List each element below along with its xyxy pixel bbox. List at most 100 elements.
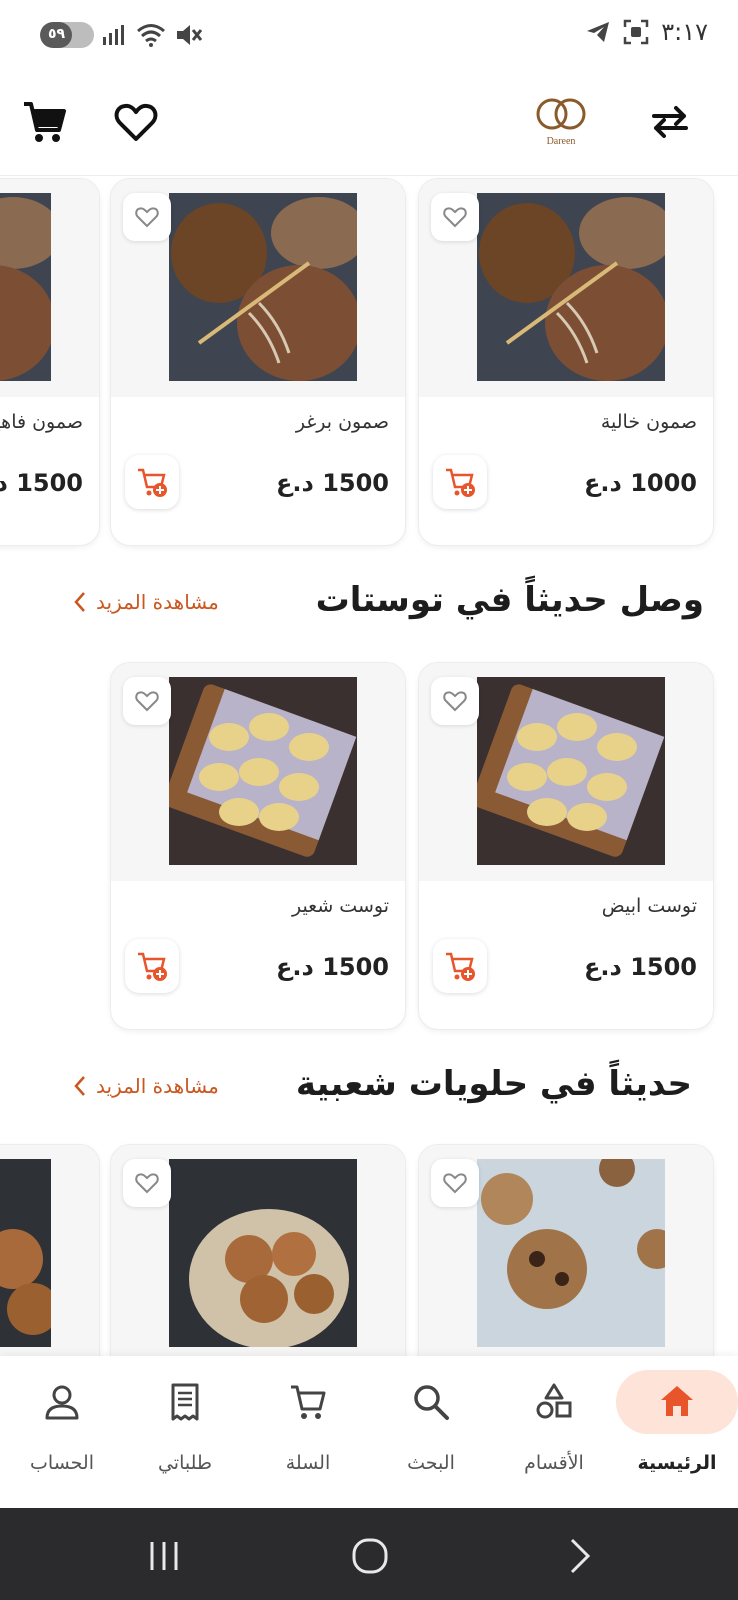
nav-label: البحث (407, 1452, 455, 1474)
signal-icon (103, 25, 124, 45)
product-card[interactable]: توست شعير 1500 د.ع (110, 662, 406, 1030)
product-price: 1500 د.ع (276, 469, 389, 497)
product-image (477, 193, 665, 381)
heart-outline-icon (135, 1173, 159, 1194)
product-card[interactable] (0, 1144, 100, 1356)
heart-outline-icon (443, 691, 467, 712)
add-to-cart-button[interactable] (433, 455, 487, 509)
screenshot-icon (623, 19, 649, 45)
battery-icon: ٥٩ (40, 22, 94, 48)
product-image-area (419, 663, 713, 881)
product-image-area (419, 1145, 713, 1356)
chevron-left-icon (74, 1076, 85, 1096)
app-header: Dareen (0, 72, 738, 176)
see-more-label: مشاهدة المزيد (96, 1074, 219, 1098)
product-name: صمون خالية (600, 411, 697, 433)
product-image-area (111, 179, 405, 397)
section-title: حديثاً في حلويات شعبية (295, 1064, 692, 1104)
product-image (169, 193, 357, 381)
add-to-cart-button[interactable] (125, 455, 179, 509)
cart-icon[interactable] (20, 98, 68, 146)
status-right: ٣:١٧ (585, 18, 708, 46)
favorite-button[interactable] (431, 1159, 479, 1207)
nav-home-pill (616, 1370, 738, 1434)
nav-label: السلة (285, 1452, 331, 1474)
add-cart-icon (446, 952, 475, 981)
nav-home[interactable]: الرئيسية (616, 1356, 738, 1508)
favorites-icon[interactable] (112, 98, 160, 146)
nav-icon-wrap (248, 1370, 368, 1434)
product-price: 1500 د.ع (0, 469, 83, 497)
product-image-area (419, 179, 713, 397)
nav-icon-wrap (2, 1370, 122, 1434)
product-card[interactable]: صمون برغر 1500 د.ع (110, 178, 406, 546)
nav-orders[interactable]: طلباتي (125, 1356, 245, 1508)
product-name: توست شعير (291, 895, 389, 917)
categories-icon (536, 1383, 572, 1419)
swap-icon[interactable] (646, 98, 694, 146)
wifi-icon (137, 24, 165, 47)
search-icon (414, 1385, 449, 1420)
product-card[interactable]: صمون فاهيتا 1500 د.ع (0, 178, 100, 546)
product-card[interactable]: توست ابيض 1500 د.ع (418, 662, 714, 1030)
product-image (169, 677, 357, 865)
account-icon (45, 1385, 79, 1420)
product-row-sweets (0, 1142, 738, 1356)
nav-label: طلباتي (157, 1452, 213, 1474)
status-left-icons: ٥٩ (40, 22, 202, 48)
product-image (169, 1159, 357, 1347)
product-image (0, 193, 51, 381)
bottom-nav: الرئيسية الأقسام البحث السلة طلباتي الحس… (0, 1356, 738, 1508)
nav-search[interactable]: البحث (371, 1356, 491, 1508)
status-bar: ٥٩ ٣:١٧ (0, 0, 738, 72)
chevron-left-icon (74, 592, 85, 612)
cart-icon (291, 1385, 326, 1419)
home-feed[interactable]: صمون خالية 1000 د.ع صمون برغر 1500 د.ع ص… (0, 176, 738, 1356)
product-card[interactable] (418, 1144, 714, 1356)
heart-outline-icon (135, 691, 159, 712)
nav-account[interactable]: الحساب (2, 1356, 122, 1508)
nav-categories[interactable]: الأقسام (494, 1356, 614, 1508)
add-to-cart-button[interactable] (433, 939, 487, 993)
product-image-area (0, 1145, 99, 1356)
mute-icon (177, 25, 202, 45)
product-card[interactable] (110, 1144, 406, 1356)
product-card[interactable]: صمون خالية 1000 د.ع (418, 178, 714, 546)
favorite-button[interactable] (123, 677, 171, 725)
product-image-area (0, 179, 99, 397)
product-image-area (111, 663, 405, 881)
clock: ٣:١٧ (661, 18, 708, 46)
favorite-button[interactable] (431, 677, 479, 725)
nav-cart[interactable]: السلة (248, 1356, 368, 1508)
favorite-button[interactable] (123, 193, 171, 241)
telegram-icon (587, 22, 610, 42)
brand-logo: Dareen (532, 94, 590, 150)
section-title: وصل حديثاً في توستات (315, 580, 704, 620)
back-icon[interactable] (556, 1532, 604, 1580)
add-cart-icon (446, 468, 475, 497)
product-image (477, 677, 665, 865)
product-price: 1500 د.ع (584, 953, 697, 981)
see-more-link[interactable]: مشاهدة المزيد (72, 1074, 219, 1098)
favorite-button[interactable] (123, 1159, 171, 1207)
favorite-button[interactable] (431, 193, 479, 241)
product-image (477, 1159, 665, 1347)
orders-icon (171, 1383, 199, 1421)
see-more-link[interactable]: مشاهدة المزيد (72, 590, 219, 614)
recent-apps-icon[interactable] (140, 1532, 188, 1580)
battery-label: ٥٩ (48, 26, 66, 42)
logo-mark: Dareen (536, 98, 586, 147)
product-price: 1000 د.ع (584, 469, 697, 497)
see-more-label: مشاهدة المزيد (96, 590, 219, 614)
home-system-icon[interactable] (346, 1532, 394, 1580)
home-icon (661, 1386, 693, 1416)
add-to-cart-button[interactable] (125, 939, 179, 993)
heart-outline-icon (443, 207, 467, 228)
logo-text: Dareen (547, 136, 576, 147)
heart-outline-icon (443, 1173, 467, 1194)
product-row-bread: صمون خالية 1000 د.ع صمون برغر 1500 د.ع ص… (0, 176, 738, 548)
product-image (0, 1159, 51, 1347)
add-cart-icon (138, 952, 167, 981)
nav-label: الأقسام (524, 1452, 584, 1474)
nav-icon-wrap (371, 1370, 491, 1434)
